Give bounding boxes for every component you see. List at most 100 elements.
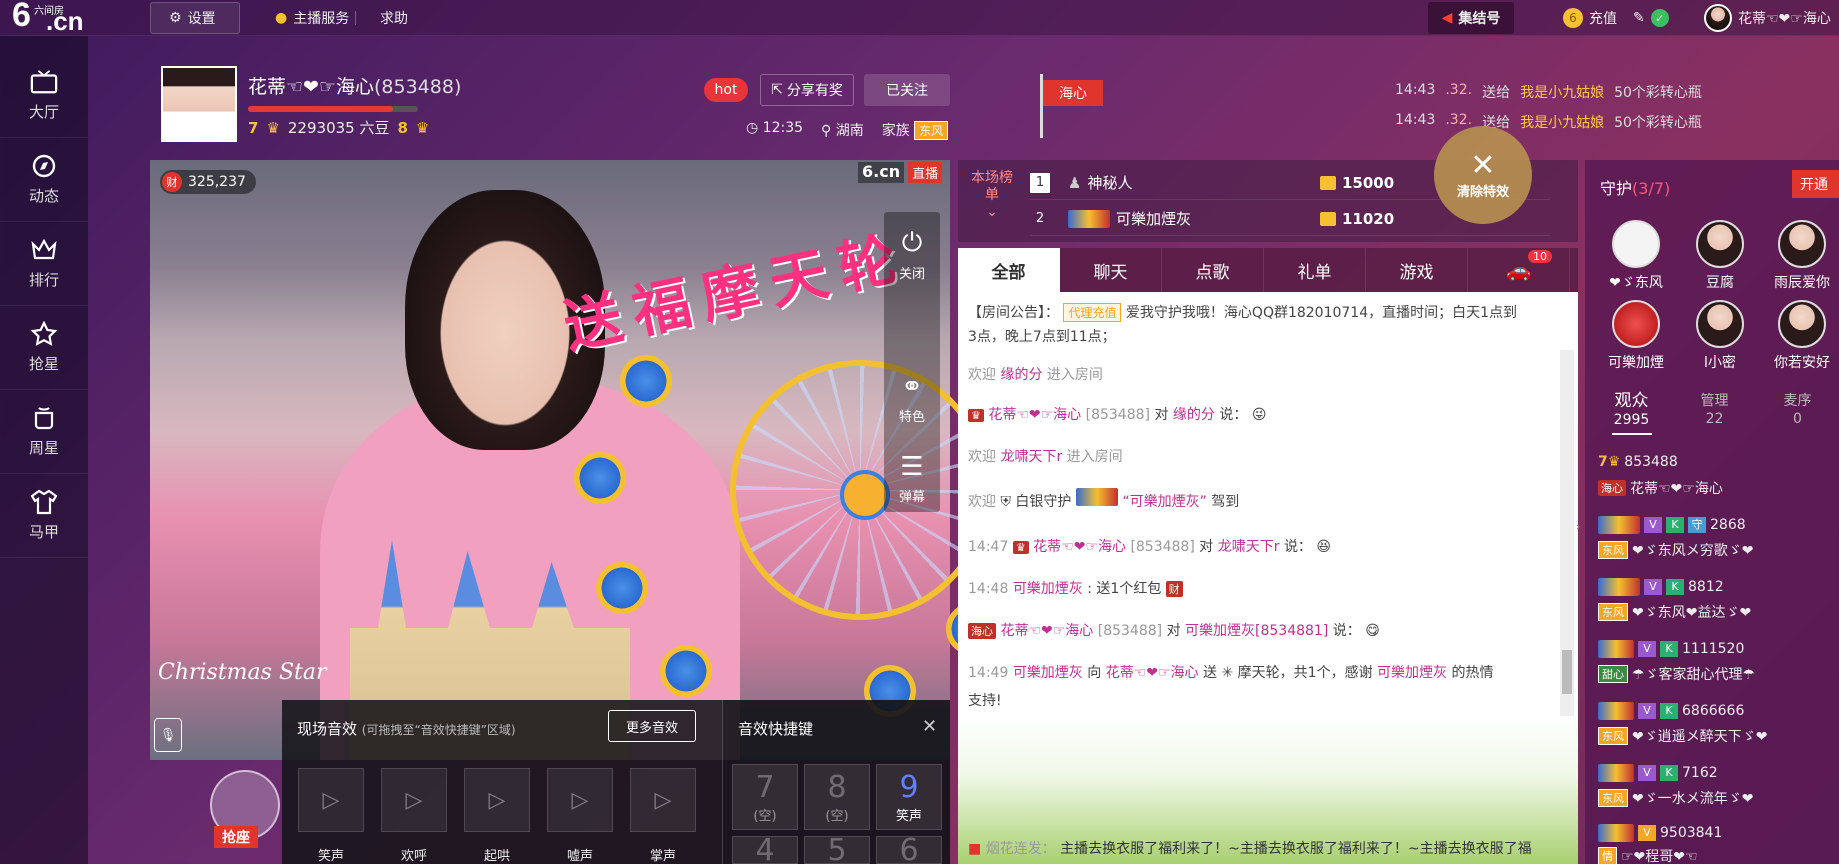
user-menu[interactable]: 花蒂☜❤☞海心: [1704, 4, 1831, 32]
chat-user[interactable]: 花蒂☜❤☞海心: [1033, 539, 1126, 555]
gift-user[interactable]: 我是小九姑娘: [1520, 112, 1604, 132]
user-list-item[interactable]: 东风 ❤ゞ东风メ穷歌ゞ❤: [1598, 540, 1753, 560]
family-tag: 甜心: [1598, 665, 1628, 683]
tab-gifts[interactable]: 礼单: [1264, 248, 1366, 292]
tab-chat[interactable]: 聊天: [1060, 248, 1162, 292]
tab-all[interactable]: 全部: [958, 248, 1060, 292]
user-list-item[interactable]: 东风 ❤ゞ一水メ流年ゞ❤: [1598, 788, 1753, 808]
effect-button[interactable]: ⚭ 特色: [884, 372, 940, 425]
user-list-item[interactable]: 东风 ❤ゞ逍遥メ醉天下ゞ❤: [1598, 726, 1767, 746]
tab-audience[interactable]: 观众 2995: [1590, 392, 1673, 440]
chat-user[interactable]: 花蒂☜❤☞海心: [1000, 623, 1093, 639]
tab-games[interactable]: 游戏: [1366, 248, 1468, 292]
site-logo[interactable]: 6 六间房 .cn: [6, 0, 88, 36]
user-list-item[interactable]: 海心 花蒂☜❤☞海心: [1598, 478, 1723, 498]
settings-button[interactable]: ⚙ 设置: [150, 2, 240, 34]
user-list-item[interactable]: 甜心 ☂ゞ客家甜心代理☂: [1598, 664, 1755, 684]
chat-scrollbar[interactable]: [1560, 350, 1574, 720]
user-list-item[interactable]: 东风 ❤ゞ东风❤益达ゞ❤: [1598, 602, 1751, 622]
recharge-link[interactable]: 6 充值 ✎ ✓: [1563, 8, 1669, 28]
collect-button[interactable]: ◀ 集结号: [1428, 2, 1514, 34]
chat-gift-text: 摩天轮，共1个，感谢: [1237, 665, 1373, 681]
hotkey-4[interactable]: 4: [732, 833, 798, 864]
clear-effects-button[interactable]: ✕ 清除特效: [1434, 126, 1532, 224]
chat-target[interactable]: 缘的分: [1173, 407, 1215, 423]
chat-user[interactable]: 可樂加煙灰: [1377, 665, 1447, 681]
more-sfx-button[interactable]: 更多音效: [608, 710, 696, 742]
user-list-item[interactable]: 情 ☞❤程哥❤☜: [1598, 846, 1698, 864]
scroll-thumb[interactable]: [1562, 650, 1572, 694]
hotkey-5[interactable]: 5: [804, 833, 870, 864]
family-meta[interactable]: 家族 东风: [881, 120, 949, 140]
close-video-button[interactable]: ⏻ 关闭: [884, 228, 940, 282]
sidebar-item-rank[interactable]: 排行: [0, 222, 88, 306]
microphone-button[interactable]: 🎙: [154, 718, 182, 752]
guard-member[interactable]: 你若安好: [1766, 300, 1838, 372]
sidebar-item-grab-star[interactable]: 抢星: [0, 306, 88, 390]
notice-tag[interactable]: 代理充值: [1063, 303, 1122, 322]
user-list-item[interactable]: 7♛ 853488: [1598, 454, 1678, 470]
chat-user[interactable]: “可樂加煙灰”: [1122, 494, 1207, 510]
guard-member[interactable]: 可樂加煙: [1600, 300, 1672, 372]
edit-icon[interactable]: ✎: [1633, 10, 1645, 26]
chat-user[interactable]: 花蒂☜❤☞海心: [988, 407, 1081, 423]
sidebar-item-hall[interactable]: 大厅: [0, 54, 88, 138]
user-list-item[interactable]: VK 6866666: [1598, 702, 1744, 720]
hotkey-6[interactable]: 6: [876, 833, 942, 864]
sidebar-item-week-star[interactable]: 周星: [0, 390, 88, 474]
grab-seat-button[interactable]: 抢座: [190, 770, 290, 864]
hotkey-9[interactable]: 9 笑声: [876, 764, 942, 830]
check-icon[interactable]: ✓: [1650, 9, 1669, 27]
chat-user[interactable]: 可樂加煙灰: [1013, 581, 1083, 597]
share-button[interactable]: ⇱ 分享有奖: [760, 74, 854, 106]
barrage-button[interactable]: ☰ 弹幕: [884, 452, 940, 505]
gift-user[interactable]: 我是小九姑娘: [1520, 82, 1604, 102]
anchor-name: 花蒂☜❤☞海心(853488): [248, 72, 461, 99]
close-icon[interactable]: ✕: [922, 716, 937, 737]
chat-target[interactable]: 可樂加煙灰[8534881]: [1185, 623, 1328, 639]
tab-audience-label: 观众: [1614, 391, 1649, 411]
chat-message: 欢迎 缘的分 进入房间: [968, 364, 1103, 384]
user-list-item[interactable]: VK 7162: [1598, 764, 1718, 782]
user-id: 9503841: [1660, 825, 1723, 841]
guard-member[interactable]: 豆腐: [1684, 220, 1756, 292]
guard-member[interactable]: ❤ゞ东风: [1600, 220, 1672, 292]
sfx-boo-button[interactable]: ▷: [547, 768, 613, 832]
chat-user[interactable]: 龙啸天下r: [1000, 449, 1062, 465]
user-list-item[interactable]: V 9503841: [1598, 824, 1722, 842]
sidebar-item-vest[interactable]: 马甲: [0, 474, 88, 558]
user-list-item[interactable]: VK 1111520: [1598, 640, 1744, 658]
guard-avatar: [1612, 300, 1660, 348]
follow-button[interactable]: 已关注: [864, 74, 950, 106]
guard-member[interactable]: 雨辰爱你: [1766, 220, 1838, 292]
chat-target[interactable]: 龙啸天下r: [1218, 539, 1280, 555]
tab-car[interactable]: 🚗: [1468, 248, 1570, 292]
collapse-handle[interactable]: ›: [1576, 520, 1586, 550]
sfx-applause-button[interactable]: ▷: [630, 768, 696, 832]
guard-member[interactable]: l小密: [1684, 300, 1756, 372]
family-label: 家族: [881, 123, 910, 139]
chat-target[interactable]: 花蒂☜❤☞海心: [1106, 665, 1199, 681]
hotkey-7[interactable]: 7 (空): [732, 764, 798, 830]
hotkey-8[interactable]: 8 (空): [804, 764, 870, 830]
ranking-label[interactable]: 本场榜单 ⌄: [968, 170, 1016, 221]
sfx-laugh-button[interactable]: ▷: [298, 768, 364, 832]
ferris-cabin: [620, 355, 672, 407]
chat-user[interactable]: 缘的分: [1000, 367, 1042, 383]
open-guard-button[interactable]: 开通: [1792, 170, 1839, 198]
sfx-hype-button[interactable]: ▷: [464, 768, 530, 832]
vip-badge: V: [1644, 517, 1662, 533]
red-packet-badge[interactable]: 财: [1165, 581, 1183, 597]
tab-mic-queue[interactable]: 麦序 0: [1756, 392, 1839, 440]
anchor-avatar[interactable]: [161, 66, 237, 142]
user-list-item[interactable]: VK守 2868: [1598, 516, 1746, 534]
anchor-service-link[interactable]: ● 主播服务: [275, 8, 357, 28]
chat-user[interactable]: 可樂加煙灰: [1013, 665, 1083, 681]
sidebar-item-feed[interactable]: 动态: [0, 138, 88, 222]
tab-song[interactable]: 点歌: [1162, 248, 1264, 292]
user-list-item[interactable]: VK 8812: [1598, 578, 1724, 596]
sfx-cheer-button[interactable]: ▷: [381, 768, 447, 832]
anchor-service-label: 主播服务: [293, 11, 350, 27]
tab-admin[interactable]: 管理 22: [1673, 392, 1756, 440]
help-link[interactable]: 求助: [380, 8, 408, 28]
